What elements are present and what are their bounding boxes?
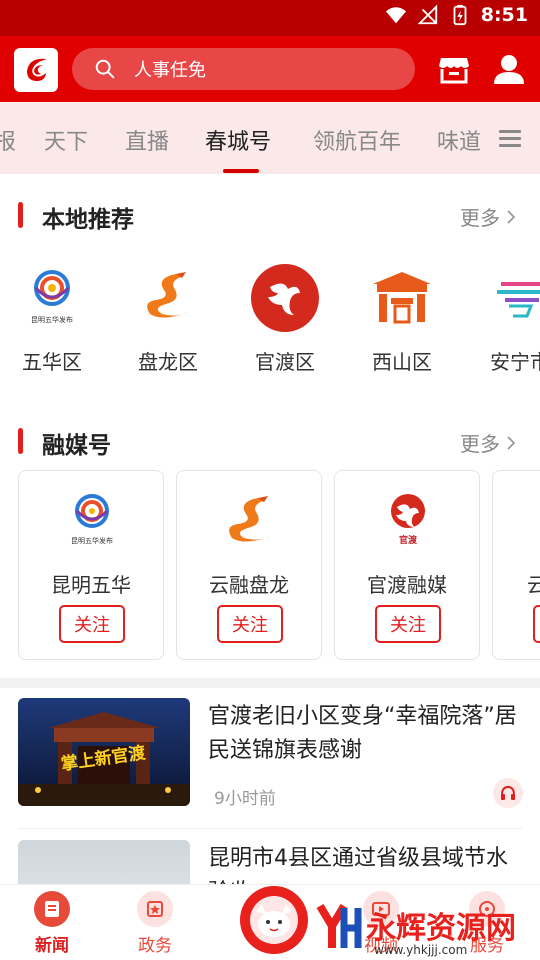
more-label: 更多 — [460, 432, 500, 456]
store-icon[interactable] — [437, 52, 471, 86]
search-bar[interactable]: 人事任免 — [72, 48, 415, 90]
svg-text:www.yhkjjj.com: www.yhkjjj.com — [374, 943, 467, 957]
headphones-icon — [501, 785, 515, 800]
tab-live[interactable]: 直播 — [125, 124, 169, 156]
status-bar: 8:51 — [0, 0, 540, 36]
app-header: 人事任免 — [0, 36, 540, 102]
tabs-menu-button[interactable] — [480, 102, 540, 174]
user-icon[interactable] — [492, 52, 526, 86]
svg-text:昆明五华发布: 昆明五华发布 — [71, 536, 113, 545]
news-separator — [18, 828, 522, 829]
local-item-xishan[interactable]: 西山区 — [352, 264, 452, 375]
government-icon — [137, 891, 173, 927]
panlong-logo-icon — [215, 491, 285, 553]
news-time: 9小时前 — [214, 789, 276, 809]
local-item-name: 五华区 — [22, 350, 82, 374]
channel-tabs: 报 天下 直播 春城号 领航百年 味道 — [0, 102, 540, 174]
follow-button[interactable]: 关注 — [375, 605, 441, 643]
section-divider — [0, 678, 540, 688]
battery-icon — [453, 4, 467, 26]
audio-play-button[interactable] — [493, 778, 523, 808]
media-card-name: 云 — [527, 573, 540, 597]
local-section-title: 本地推荐 — [42, 207, 134, 233]
media-card-name: 昆明五华 — [51, 573, 131, 597]
local-item-wuhua[interactable]: 昆明五华发布 五华区 — [2, 264, 102, 375]
panlong-logo-icon — [134, 264, 202, 332]
xishan-logo-icon — [368, 264, 436, 332]
watermark-logo: 永辉资源网 www.yhkjjj.com — [240, 886, 516, 957]
local-item-name: 官渡区 — [255, 350, 315, 374]
no-signal-icon — [417, 4, 437, 25]
more-label: 更多 — [460, 206, 500, 230]
news-item[interactable]: 掌上新官渡 官渡老旧小区变身“幸福院落”居民送锦旗表感谢 9小时前 — [0, 698, 540, 828]
app-screen: 8:51 人事任免 报 天下 直播 春城号 领航百年 味道 本地推荐 更多 昆明… — [0, 0, 540, 960]
news-icon — [34, 891, 70, 927]
media-card-name: 云融盘龙 — [209, 573, 289, 597]
local-item-guandu[interactable]: 官渡区 — [235, 264, 335, 375]
nav-label: 政务 — [138, 936, 172, 956]
tab-flavor[interactable]: 味道 — [437, 124, 481, 156]
media-card-panlong[interactable]: 云融盘龙 关注 — [176, 470, 322, 660]
nav-label: 新闻 — [35, 936, 69, 956]
local-item-anning[interactable]: 安宁市 — [470, 264, 540, 375]
svg-text:永辉资源网: 永辉资源网 — [366, 911, 516, 946]
media-card-partial[interactable]: 云 — [492, 470, 540, 660]
section-accent-bar — [18, 202, 23, 228]
wifi-icon — [385, 7, 406, 24]
section-accent-bar — [18, 428, 23, 454]
tab-lead-century[interactable]: 领航百年 — [313, 124, 401, 156]
local-item-panlong[interactable]: 盘龙区 — [118, 264, 218, 375]
local-item-name: 安宁市 — [490, 350, 540, 374]
guandu-logo-icon — [251, 264, 319, 332]
media-more-link[interactable]: 更多 — [460, 428, 516, 457]
nav-government[interactable]: 政务 — [120, 891, 190, 956]
svg-text:官渡: 官渡 — [399, 534, 418, 546]
follow-button[interactable]: 关注 — [217, 605, 283, 643]
nav-news[interactable]: 新闻 — [17, 891, 87, 956]
wuhua-logo-icon: 昆明五华发布 — [57, 491, 127, 553]
local-more-link[interactable]: 更多 — [460, 202, 516, 231]
tab-chuncheng[interactable]: 春城号 — [205, 124, 271, 156]
news-thumbnail: 掌上新官渡 — [18, 698, 190, 806]
chevron-right-icon — [507, 435, 516, 450]
tab-news-partial[interactable]: 报 — [0, 124, 16, 156]
svg-text:昆明五华发布: 昆明五华发布 — [31, 315, 73, 324]
wuhua-logo-icon: 昆明五华发布 — [18, 264, 86, 332]
tab-world[interactable]: 天下 — [44, 124, 88, 156]
media-card-guandu[interactable]: 官渡 官渡融媒 关注 — [334, 470, 480, 660]
local-section-header: 本地推荐 更多 — [0, 196, 540, 236]
anning-logo-icon — [486, 264, 540, 332]
follow-button[interactable]: 关注 — [59, 605, 125, 643]
media-section-header: 融媒号 更多 — [0, 422, 540, 462]
search-icon — [95, 59, 115, 79]
menu-icon — [499, 126, 521, 151]
media-card-wuhua[interactable]: 昆明五华发布 昆明五华 关注 — [18, 470, 164, 660]
status-time: 8:51 — [480, 4, 528, 26]
media-card-name: 官渡融媒 — [367, 573, 447, 597]
news-title: 官渡老旧小区变身“幸福院落”居民送锦旗表感谢 — [208, 704, 517, 763]
guandu-logo-icon: 官渡 — [373, 491, 443, 553]
local-item-name: 西山区 — [372, 350, 432, 374]
follow-button[interactable] — [533, 605, 540, 643]
app-logo-icon[interactable] — [14, 48, 58, 92]
local-item-name: 盘龙区 — [138, 350, 198, 374]
chevron-right-icon — [507, 209, 516, 224]
media-section-title: 融媒号 — [42, 433, 111, 459]
active-tab-indicator — [223, 169, 259, 173]
search-placeholder: 人事任免 — [134, 60, 206, 81]
